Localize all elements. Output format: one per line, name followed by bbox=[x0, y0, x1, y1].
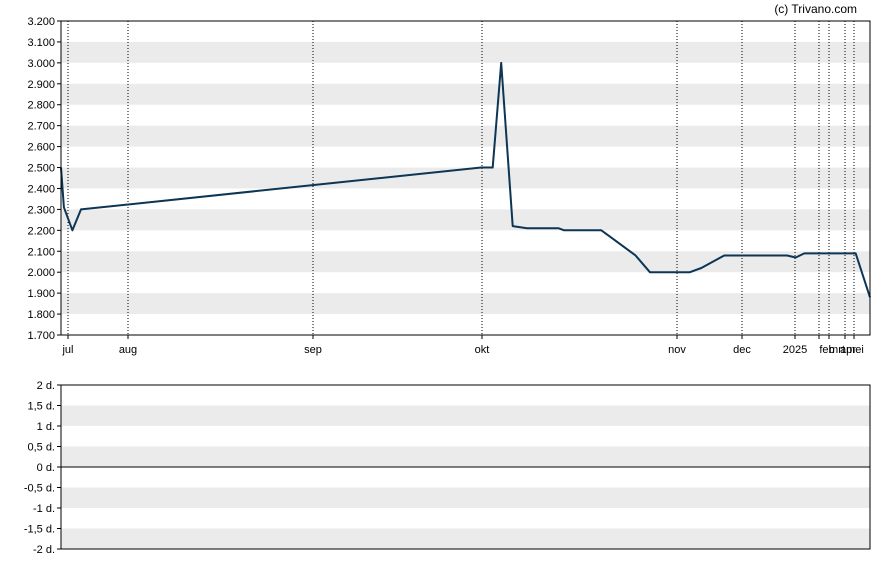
y-tick-label: -2 d. bbox=[33, 544, 55, 556]
x-tick-label: mei bbox=[846, 344, 864, 356]
x-tick-label: jul bbox=[61, 344, 73, 356]
y-tick-label: 2.200 bbox=[27, 225, 55, 237]
chart-canvas: 1.700 1.800 1.900 2.000 2.100 2.200 2.300 2.400… bbox=[24, 2, 871, 556]
y-tick-label: 1,5 d. bbox=[27, 401, 55, 413]
price-grid-band bbox=[61, 83, 870, 105]
price-grid-band bbox=[61, 293, 870, 315]
x-tick-label: aug bbox=[119, 344, 137, 356]
y-tick-label: 1.900 bbox=[27, 288, 55, 300]
x-tick-label: nov bbox=[668, 344, 686, 356]
y-tick-label: 2.900 bbox=[27, 79, 55, 91]
volume-grid-band bbox=[61, 528, 870, 549]
y-tick-label: 2.400 bbox=[27, 183, 55, 195]
y-tick-label: 0 d. bbox=[37, 462, 55, 474]
y-tick-label: 2.000 bbox=[27, 267, 55, 279]
x-tick-label: sep bbox=[304, 344, 322, 356]
x-tick-label: dec bbox=[733, 344, 751, 356]
y-tick-label: 1.700 bbox=[27, 330, 55, 342]
price-grid-band bbox=[61, 209, 870, 231]
credit-label: (c) Trivano.com bbox=[774, 2, 857, 16]
volume-grid-band bbox=[61, 487, 870, 508]
y-tick-label: 2.300 bbox=[27, 204, 55, 216]
y-tick-label: 2.100 bbox=[27, 246, 55, 258]
y-tick-label: 1 d. bbox=[37, 421, 55, 433]
y-tick-label: 2.800 bbox=[27, 100, 55, 112]
y-tick-label: 2 d. bbox=[37, 380, 55, 392]
y-tick-label: -0,5 d. bbox=[24, 483, 55, 495]
volume-grid-band bbox=[61, 405, 870, 426]
volume-grid-band bbox=[61, 446, 870, 467]
price-grid-band bbox=[61, 41, 870, 63]
price-grid-band bbox=[61, 125, 870, 147]
y-tick-label: -1,5 d. bbox=[24, 524, 55, 536]
y-tick-label: 3.000 bbox=[27, 58, 55, 70]
x-tick-label: 2025 bbox=[783, 344, 807, 356]
price-grid-band bbox=[61, 167, 870, 189]
y-tick-label: -1 d. bbox=[33, 503, 55, 515]
y-tick-label: 3.200 bbox=[27, 16, 55, 28]
x-tick-label: okt bbox=[475, 344, 490, 356]
y-tick-label: 0,5 d. bbox=[27, 442, 55, 454]
y-tick-label: 2.700 bbox=[27, 121, 55, 133]
y-tick-label: 3.100 bbox=[27, 37, 55, 49]
y-tick-label: 1.800 bbox=[27, 309, 55, 321]
chart-root: 1.700 1.800 1.900 2.000 2.100 2.200 2.300 2.400… bbox=[0, 0, 888, 565]
y-tick-label: 2.500 bbox=[27, 163, 55, 175]
y-tick-label: 2.600 bbox=[27, 142, 55, 154]
price-grid-band bbox=[61, 251, 870, 273]
